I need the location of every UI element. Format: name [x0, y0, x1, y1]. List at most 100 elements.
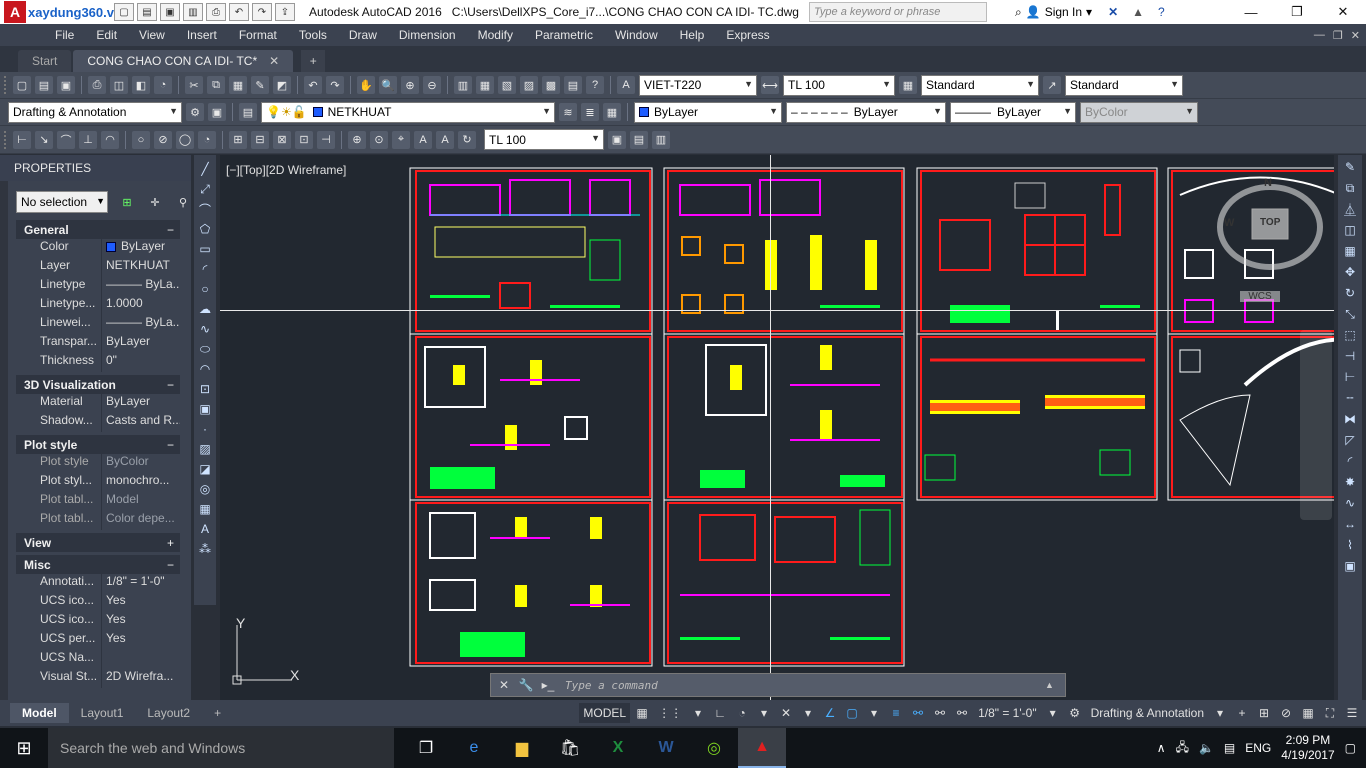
erase-icon[interactable]: ✎	[1342, 159, 1358, 175]
lineweight-display-icon[interactable]: ≡	[886, 703, 906, 723]
layout-tab-layout1[interactable]: Layout1	[69, 703, 136, 723]
chevron-down-icon[interactable]: ▾	[688, 703, 708, 723]
property-value[interactable]	[102, 650, 180, 669]
action-center-icon[interactable]: ▢	[1345, 741, 1356, 755]
quick-select-icon[interactable]: ⚲	[174, 193, 192, 211]
dim-reassociate-icon[interactable]: ▥	[652, 130, 670, 149]
taskbar-search[interactable]: Search the web and Windows	[48, 728, 394, 768]
windows-start-icon[interactable]: ⊞	[0, 728, 48, 768]
wcs-menu[interactable]: WCS	[1240, 291, 1280, 302]
blend-icon[interactable]: ∿	[1342, 495, 1358, 511]
dim-break-icon[interactable]: ⊡	[295, 130, 313, 149]
workspace-customize-icon[interactable]: ▣	[208, 103, 226, 121]
minimize-icon[interactable]: —	[1228, 0, 1274, 24]
move-icon[interactable]: ✥	[1342, 264, 1358, 280]
plot-icon[interactable]: ⎙	[88, 76, 106, 94]
jogged-icon[interactable]: ○	[132, 130, 150, 149]
plot-preview-icon[interactable]: ◫	[110, 76, 128, 94]
plus-icon[interactable]: +	[1232, 703, 1252, 723]
section-header-view[interactable]: View +	[16, 533, 180, 552]
mleader-style-icon[interactable]: ↗	[1043, 76, 1061, 94]
isodraft-icon[interactable]: ✕	[776, 703, 796, 723]
command-input[interactable]: Type a command	[565, 676, 1045, 694]
menu-edit[interactable]: Edit	[85, 28, 128, 42]
graphics-performance-icon[interactable]: ▦	[1298, 703, 1318, 723]
calculator-icon[interactable]: ▤	[564, 76, 582, 94]
mleader-style-select[interactable]: Standard ▼	[1065, 74, 1183, 96]
dim-override-icon[interactable]: ▤	[630, 130, 648, 149]
redo-icon[interactable]: ↷	[252, 3, 272, 21]
dim-style-icon[interactable]: ⟷	[761, 76, 779, 94]
menu-file[interactable]: File	[44, 28, 85, 42]
recent-commands-icon[interactable]: ▸_	[539, 676, 557, 694]
menu-format[interactable]: Format	[228, 28, 288, 42]
tab-document[interactable]: CONG CHAO CON CA IDI- TC* ✕	[73, 50, 294, 72]
clean-screen-icon[interactable]: ⛶	[1320, 703, 1340, 723]
lineweight-select[interactable]: ——— ByLayer ▼	[950, 101, 1076, 123]
model-space-toggle[interactable]: MODEL	[579, 703, 631, 723]
inspect-icon[interactable]: ⊙	[370, 130, 388, 149]
property-value[interactable]: Yes	[102, 631, 180, 650]
viewcube[interactable]: TOP N W WCS	[1210, 167, 1330, 302]
file-explorer-icon[interactable]: ▆	[498, 728, 546, 768]
doc-restore-icon[interactable]: ❐	[1333, 29, 1343, 42]
polygon-icon[interactable]: ⬠	[197, 221, 213, 237]
zoom-previous-icon[interactable]: ⊖	[423, 76, 441, 94]
copy-icon[interactable]: ⧉	[207, 76, 225, 94]
viewcube-west[interactable]: W	[1224, 217, 1234, 229]
table-icon[interactable]: ▦	[197, 501, 213, 517]
lengthen-icon[interactable]: ↔	[1342, 516, 1358, 532]
property-row[interactable]: Shadow... Casts and R...	[16, 413, 180, 432]
match-properties-icon[interactable]: ✎	[251, 76, 269, 94]
no-entry-icon[interactable]: ⊘	[1276, 703, 1296, 723]
undo-icon[interactable]: ↶	[304, 76, 322, 94]
redo-icon[interactable]: ↷	[326, 76, 344, 94]
chevron-up-icon[interactable]: ▲	[1045, 680, 1065, 690]
ellipse-icon[interactable]: ⬭	[197, 341, 213, 357]
property-value[interactable]: ByLayer	[102, 334, 180, 353]
draworder-icon[interactable]: ▣	[1342, 558, 1358, 574]
property-row[interactable]: Material ByLayer	[16, 394, 180, 413]
menu-dimension[interactable]: Dimension	[388, 28, 467, 42]
copy-object-icon[interactable]: ⧉	[1342, 180, 1358, 196]
array-icon[interactable]: ▦	[1342, 243, 1358, 259]
property-value[interactable]: Model	[102, 492, 180, 511]
continue-icon[interactable]: ⊟	[251, 130, 269, 149]
linetype-select[interactable]: – – – – – – ByLayer ▼	[786, 101, 946, 123]
grid-icon[interactable]: ▦	[632, 703, 652, 723]
section-toggle-icon[interactable]: −	[167, 558, 174, 572]
annotation-visibility-icon[interactable]: ⚯	[908, 703, 928, 723]
navigation-bar[interactable]	[1300, 330, 1332, 520]
property-row[interactable]: UCS Na...	[16, 650, 180, 669]
linear-dim-icon[interactable]: ⊢	[13, 130, 31, 149]
store-icon[interactable]: 🛍	[546, 728, 594, 768]
new-icon[interactable]: ▢	[13, 76, 31, 94]
mirror-icon[interactable]: ⏅	[1342, 201, 1358, 217]
property-value[interactable]: ByColor	[102, 454, 180, 473]
edit-polyline-icon[interactable]: ⌇	[1342, 537, 1358, 553]
section-header-3d-visualization[interactable]: 3D Visualization −	[16, 375, 180, 394]
doc-minimize-icon[interactable]: —	[1314, 29, 1325, 42]
menu-help[interactable]: Help	[669, 28, 716, 42]
table-style-icon[interactable]: ▦	[899, 76, 917, 94]
toolbar-grip[interactable]	[4, 76, 8, 94]
select-objects-icon[interactable]: ✛	[146, 193, 164, 211]
toolbar-grip[interactable]	[4, 130, 8, 149]
property-row[interactable]: Plot tabl... Model	[16, 492, 180, 511]
angular-icon[interactable]: ◯	[176, 130, 194, 149]
layout-tab-layout2[interactable]: Layout2	[135, 703, 202, 723]
revision-cloud-icon[interactable]: ☁	[197, 301, 213, 317]
menu-express[interactable]: Express	[715, 28, 780, 42]
property-value[interactable]: ——— ByLa...	[102, 277, 180, 296]
menu-tools[interactable]: Tools	[288, 28, 338, 42]
language-indicator[interactable]: ENG	[1245, 741, 1271, 755]
gradient-icon[interactable]: ◪	[197, 461, 213, 477]
section-toggle-icon[interactable]: −	[167, 223, 174, 237]
network-icon[interactable]: 🖧	[1176, 738, 1189, 759]
hatch-icon[interactable]: ▨	[197, 441, 213, 457]
sign-in-button[interactable]: ⌕ 👤 Sign In ▾	[1015, 5, 1092, 20]
dim-style-manager-icon[interactable]: ▣	[608, 130, 626, 149]
save-icon[interactable]: ▣	[57, 76, 75, 94]
task-view-icon[interactable]: ❐	[402, 728, 450, 768]
snap-mode-icon[interactable]: ⋮⋮	[654, 703, 686, 723]
